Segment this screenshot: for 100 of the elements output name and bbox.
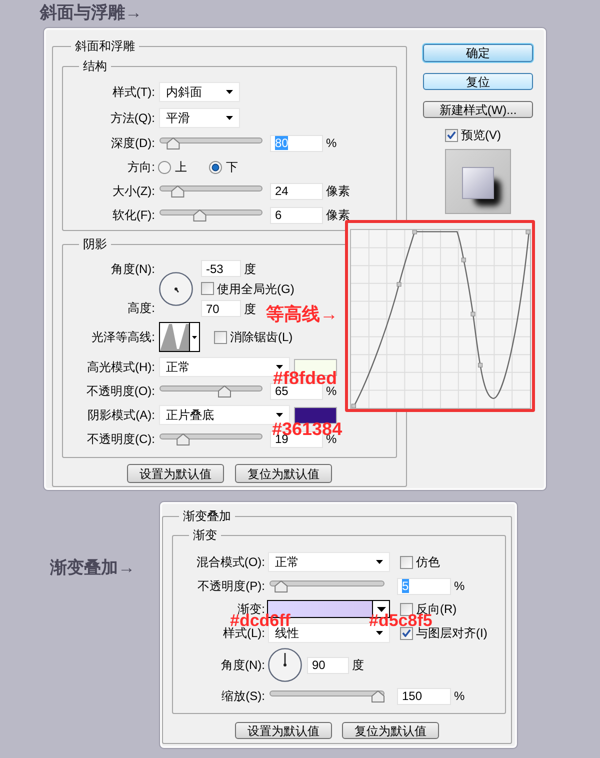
angle-dial[interactable] [268, 648, 302, 682]
slider-thumb[interactable] [171, 185, 184, 198]
field-label: 缩放(S): [222, 689, 265, 703]
checkbox-label[interactable]: 仿色 [416, 555, 440, 569]
confirm-button[interactable]: 确定 [423, 44, 533, 62]
contour-thumbnail-icon [160, 323, 189, 351]
caret-icon [192, 336, 197, 338]
angle-dial[interactable] [159, 272, 193, 306]
unit-label: 度 [352, 658, 364, 672]
field-label: 方法(Q): [110, 111, 155, 125]
slider[interactable] [159, 208, 263, 222]
dropdown[interactable]: 内斜面 [159, 82, 240, 102]
curve-point[interactable] [461, 258, 466, 262]
checkbox[interactable] [214, 330, 227, 344]
field-label: 深度(D): [111, 136, 155, 150]
curve-point[interactable] [470, 312, 476, 316]
slider[interactable] [269, 689, 385, 703]
caret-icon [376, 631, 383, 635]
field-label: 阴影模式(A): [88, 408, 155, 422]
reset-default-button[interactable]: 复位为默认值 [342, 722, 439, 739]
caret-icon [276, 413, 283, 417]
radio-button[interactable] [158, 160, 171, 174]
group-title: 渐变叠加 [182, 509, 232, 523]
curve-point[interactable] [396, 282, 402, 287]
checkbox[interactable] [201, 282, 214, 295]
number-field[interactable]: 90 [307, 656, 349, 674]
slider[interactable] [159, 384, 263, 398]
slider-thumb[interactable] [166, 137, 180, 150]
group-title: 渐变 [192, 528, 218, 542]
slider[interactable] [159, 184, 263, 198]
caret-icon [226, 90, 233, 94]
caret-icon [276, 365, 283, 369]
field-label: 高度: [128, 301, 155, 315]
reset-button[interactable]: 复位 [423, 73, 533, 90]
number-field[interactable]: 24 [270, 182, 323, 200]
unit-label: % [326, 384, 337, 398]
field-label: 角度(N): [111, 262, 155, 276]
section-heading: 渐变叠加→ [50, 557, 135, 579]
checkbox-label[interactable]: 与图层对齐(I) [416, 626, 488, 640]
radio-button[interactable] [209, 160, 222, 174]
reset-default-button[interactable]: 复位为默认值 [235, 464, 332, 483]
contour-picker[interactable] [159, 322, 200, 352]
checkmark-icon [447, 131, 456, 139]
set-default-button[interactable]: 设置为默认值 [127, 464, 224, 483]
field-label: 混合模式(O): [196, 555, 265, 569]
curve-point[interactable] [351, 404, 356, 408]
checkbox[interactable] [400, 556, 413, 568]
group-title: 结构 [82, 59, 108, 73]
caret-icon [376, 606, 386, 612]
field-label: 高光模式(H): [87, 360, 155, 374]
field-label: 样式(T): [112, 85, 155, 99]
field-label: 不透明度(C): [87, 432, 155, 446]
unit-label: 像素 [326, 208, 350, 222]
callout-label: 等高线→ [266, 305, 338, 323]
field-label: 软化(F): [112, 208, 155, 222]
field-label: 大小(Z): [112, 184, 155, 198]
set-default-button[interactable]: 设置为默认值 [235, 722, 332, 739]
slider[interactable] [159, 136, 263, 150]
field-label: 光泽等高线: [92, 330, 155, 344]
checkbox-label[interactable]: 消除锯齿(L) [230, 330, 293, 344]
unit-label: % [326, 136, 337, 150]
dropdown[interactable]: 正常 [268, 552, 390, 572]
number-field[interactable]: 6 [270, 206, 323, 224]
checkbox[interactable] [400, 602, 413, 616]
number-field[interactable]: -53 [201, 260, 241, 277]
slider[interactable] [269, 579, 385, 593]
checkbox-label[interactable]: 预览(V) [461, 128, 501, 142]
curve-point[interactable] [412, 230, 417, 234]
dropdown[interactable]: 平滑 [159, 108, 240, 128]
radio-label[interactable]: 下 [226, 160, 238, 174]
slider-thumb[interactable] [176, 433, 190, 446]
section-heading: 斜面与浮雕→ [40, 2, 142, 24]
unit-label: % [454, 689, 465, 703]
checkmark-icon [402, 629, 411, 637]
radio-label[interactable]: 上 [175, 160, 187, 174]
field-label: 渐变: [238, 602, 265, 616]
unit-label: 像素 [326, 184, 350, 198]
checkbox[interactable] [445, 128, 458, 142]
style-preview-drawing [445, 149, 511, 214]
field-label: 不透明度(O): [86, 384, 155, 398]
checkbox-label[interactable]: 使用全局光(G) [217, 282, 294, 296]
field-label: 不透明度(P): [198, 579, 265, 593]
checkbox[interactable] [400, 626, 413, 640]
field-label: 样式(L): [223, 626, 265, 640]
slider[interactable] [159, 432, 263, 446]
group-title: 阴影 [82, 237, 108, 251]
color-swatch[interactable] [294, 406, 337, 424]
unit-label: % [454, 579, 465, 593]
new-style-button[interactable]: 新建样式(W)... [423, 101, 533, 118]
curve-point[interactable] [478, 362, 483, 368]
field-label: 角度(N): [221, 658, 265, 672]
number-field[interactable]: 70 [201, 300, 241, 317]
slider-thumb[interactable] [274, 580, 288, 592]
slider-thumb[interactable] [193, 209, 206, 222]
unit-label: 度 [244, 302, 256, 316]
field-label: 方向: [128, 160, 155, 174]
group-title: 斜面和浮雕 [74, 39, 136, 53]
unit-label: 度 [244, 262, 256, 276]
curve-point[interactable] [526, 230, 530, 234]
number-field[interactable]: 150 [397, 688, 451, 704]
